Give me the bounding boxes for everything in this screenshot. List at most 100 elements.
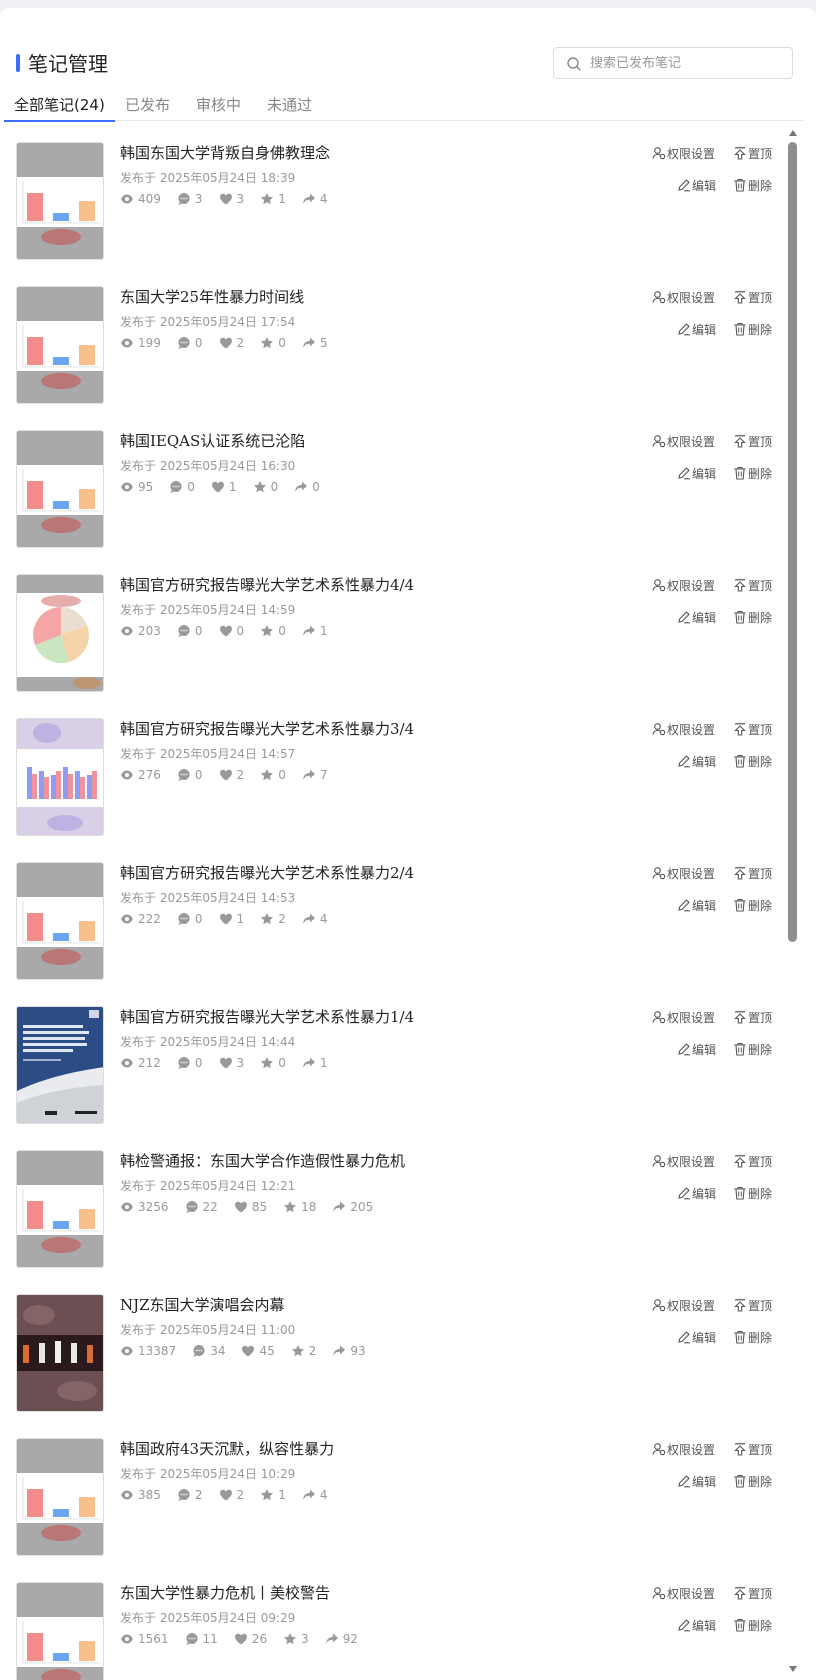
scroll-thumb[interactable] [788, 142, 797, 942]
note-thumbnail[interactable] [16, 430, 104, 548]
pin-top-button[interactable]: 置顶 [733, 721, 772, 738]
note-thumbnail[interactable] [16, 286, 104, 404]
delete-button[interactable]: 删除 [733, 1185, 772, 1202]
note-title[interactable]: NJZ东国大学演唱会内幕 [120, 1294, 285, 1315]
permission-settings-button[interactable]: 权限设置 [652, 1297, 715, 1314]
note-title[interactable]: 韩国官方研究报告曝光大学艺术系性暴力2/4 [120, 862, 414, 883]
likes-count: 1 [236, 911, 245, 926]
search-box[interactable] [553, 47, 793, 79]
edit-button[interactable]: 编辑 [677, 1185, 716, 1202]
note-item[interactable]: 韩检警通报：东国大学合作造假性暴力危机 发布于 2025年05月24日 12:21… [0, 1140, 790, 1284]
pin-top-button[interactable]: 置顶 [733, 145, 772, 162]
note-title[interactable]: 韩国官方研究报告曝光大学艺术系性暴力1/4 [120, 1006, 414, 1027]
permission-settings-button[interactable]: 权限设置 [652, 1585, 715, 1602]
scroll-up-arrow[interactable] [789, 130, 797, 136]
note-item[interactable]: 韩国官方研究报告曝光大学艺术系性暴力2/4 发布于 2025年05月24日 14:… [0, 852, 790, 996]
tab-reviewing[interactable]: 审核中 [186, 94, 251, 120]
note-title[interactable]: 韩国政府43天沉默，纵容性暴力 [120, 1438, 334, 1459]
shares-count: 4 [319, 1487, 328, 1502]
delete-button[interactable]: 删除 [733, 753, 772, 770]
search-input[interactable] [590, 48, 786, 78]
delete-button[interactable]: 删除 [733, 897, 772, 914]
pin-top-button[interactable]: 置顶 [733, 1585, 772, 1602]
edit-button[interactable]: 编辑 [677, 1473, 716, 1490]
pin-top-button[interactable]: 置顶 [733, 289, 772, 306]
delete-button[interactable]: 删除 [733, 1329, 772, 1346]
pin-top-button[interactable]: 置顶 [733, 1153, 772, 1170]
edit-label: 编辑 [692, 467, 717, 481]
note-stats: 13387 34 45 2 93 [120, 1342, 382, 1360]
likes-count: 2 [236, 1487, 245, 1502]
permission-settings-button[interactable]: 权限设置 [652, 1009, 715, 1026]
note-title[interactable]: 韩国官方研究报告曝光大学艺术系性暴力4/4 [120, 574, 414, 595]
edit-button[interactable]: 编辑 [677, 321, 716, 338]
permission-settings-button[interactable]: 权限设置 [652, 433, 715, 450]
note-thumbnail[interactable] [16, 1294, 104, 1412]
note-thumbnail[interactable] [16, 142, 104, 260]
edit-button[interactable]: 编辑 [677, 177, 716, 194]
note-thumbnail[interactable] [16, 718, 104, 836]
scroll-down-arrow[interactable] [789, 1666, 797, 1672]
permission-settings-button[interactable]: 权限设置 [652, 145, 715, 162]
note-thumbnail[interactable] [16, 1006, 104, 1124]
note-item[interactable]: 韩国官方研究报告曝光大学艺术系性暴力1/4 发布于 2025年05月24日 14:… [0, 996, 790, 1140]
note-title[interactable]: 韩国官方研究报告曝光大学艺术系性暴力3/4 [120, 718, 414, 739]
note-thumbnail[interactable] [16, 1150, 104, 1268]
delete-button[interactable]: 删除 [733, 1473, 772, 1490]
permission-label: 权限设置 [667, 435, 716, 449]
share-icon [302, 913, 315, 924]
pin-top-button[interactable]: 置顶 [733, 1297, 772, 1314]
pin-top-button[interactable]: 置顶 [733, 577, 772, 594]
note-item[interactable]: 韩国政府43天沉默，纵容性暴力 发布于 2025年05月24日 10:29 385 2… [0, 1428, 790, 1572]
tab-published[interactable]: 已发布 [115, 94, 180, 120]
permission-settings-button[interactable]: 权限设置 [652, 1153, 715, 1170]
permission-settings-button[interactable]: 权限设置 [652, 1441, 715, 1458]
scrollbar[interactable] [786, 128, 800, 1672]
note-item[interactable]: NJZ东国大学演唱会内幕 发布于 2025年05月24日 11:00 13387 34… [0, 1284, 790, 1428]
edit-button[interactable]: 编辑 [677, 1329, 716, 1346]
permission-settings-button[interactable]: 权限设置 [652, 577, 715, 594]
delete-button[interactable]: 删除 [733, 1041, 772, 1058]
edit-button[interactable]: 编辑 [677, 1617, 716, 1634]
pin-top-button[interactable]: 置顶 [733, 865, 772, 882]
pin-top-icon [734, 867, 746, 880]
pin-top-button[interactable]: 置顶 [733, 1009, 772, 1026]
tab-rejected[interactable]: 未通过 [257, 94, 322, 120]
tab-all-notes[interactable]: 全部笔记(24) [4, 94, 115, 122]
favorites-stat: 1 [260, 192, 286, 210]
note-thumbnail[interactable] [16, 1438, 104, 1556]
permission-settings-button[interactable]: 权限设置 [652, 865, 715, 882]
note-title[interactable]: 韩检警通报：东国大学合作造假性暴力危机 [120, 1150, 405, 1171]
edit-button[interactable]: 编辑 [677, 1041, 716, 1058]
delete-button[interactable]: 删除 [733, 177, 772, 194]
note-thumbnail[interactable] [16, 1582, 104, 1680]
delete-button[interactable]: 删除 [733, 1617, 772, 1634]
permission-settings-button[interactable]: 权限设置 [652, 289, 715, 306]
note-item[interactable]: 韩国IEQAS认证系统已沦陷 发布于 2025年05月24日 16:30 95 0 1 0… [0, 420, 790, 564]
note-title[interactable]: 韩国东国大学背叛自身佛教理念 [120, 142, 330, 163]
comments-count: 0 [194, 911, 203, 926]
edit-button[interactable]: 编辑 [677, 753, 716, 770]
note-item[interactable]: 韩国官方研究报告曝光大学艺术系性暴力4/4 发布于 2025年05月24日 14:… [0, 564, 790, 708]
edit-button[interactable]: 编辑 [677, 897, 716, 914]
note-thumbnail[interactable] [16, 574, 104, 692]
delete-button[interactable]: 删除 [733, 465, 772, 482]
pin-top-button[interactable]: 置顶 [733, 1441, 772, 1458]
favorites-stat: 1 [260, 1488, 286, 1506]
note-title[interactable]: 韩国IEQAS认证系统已沦陷 [120, 430, 305, 451]
note-item[interactable]: 韩国东国大学背叛自身佛教理念 发布于 2025年05月24日 18:39 409 3 3… [0, 132, 790, 276]
note-title[interactable]: 东国大学性暴力危机丨美校警告 [120, 1582, 330, 1603]
pin-top-button[interactable]: 置顶 [733, 433, 772, 450]
star-icon [284, 1632, 297, 1644]
delete-button[interactable]: 删除 [733, 609, 772, 626]
delete-button[interactable]: 删除 [733, 321, 772, 338]
edit-button[interactable]: 编辑 [677, 465, 716, 482]
permission-label: 权限设置 [667, 1587, 716, 1601]
note-item[interactable]: 韩国官方研究报告曝光大学艺术系性暴力3/4 发布于 2025年05月24日 14:… [0, 708, 790, 852]
note-item[interactable]: 东国大学25年性暴力时间线 发布于 2025年05月24日 17:54 199 0 2 0… [0, 276, 790, 420]
permission-settings-button[interactable]: 权限设置 [652, 721, 715, 738]
edit-button[interactable]: 编辑 [677, 609, 716, 626]
note-thumbnail[interactable] [16, 862, 104, 980]
note-item[interactable]: 东国大学性暴力危机丨美校警告 发布于 2025年05月24日 09:29 1561 1… [0, 1572, 790, 1680]
note-title[interactable]: 东国大学25年性暴力时间线 [120, 286, 304, 307]
